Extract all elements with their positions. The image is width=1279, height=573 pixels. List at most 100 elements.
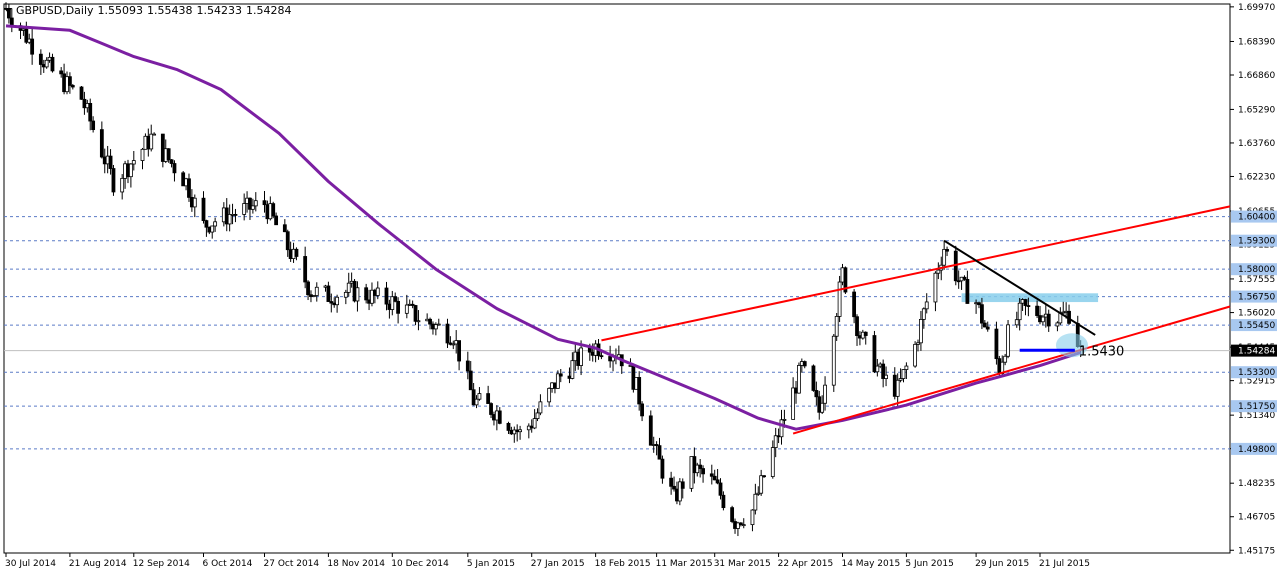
candle-body [834, 316, 839, 337]
candle-body [468, 370, 473, 391]
candle-body [486, 393, 491, 404]
y-tick-label: 1.57555 [1238, 275, 1275, 285]
x-tick-label: 21 Aug 2014 [69, 559, 127, 569]
level-label: 1.55450 [1238, 321, 1275, 331]
candle-body [282, 224, 287, 233]
candle-body [837, 281, 842, 317]
dropdown-triangle-icon[interactable] [4, 8, 12, 13]
level-label: 1.49800 [1238, 445, 1275, 455]
price-chart[interactable]: 1.69970 1.68390 1.66860 1.65290 1.63760 1.622… [0, 0, 1279, 573]
candle-body [637, 377, 642, 405]
candle-body [980, 304, 984, 324]
y-tick-label: 1.68390 [1238, 37, 1275, 47]
candle-body [169, 159, 174, 164]
candle-body [213, 221, 218, 227]
level-label: 1.51750 [1238, 402, 1275, 412]
candle-body [994, 328, 999, 360]
candle-body [599, 355, 604, 358]
symbol-title: GBPUSD,Daily [16, 4, 94, 17]
candle-body [942, 248, 947, 266]
candle-body [436, 323, 441, 326]
candle-body [271, 203, 276, 217]
y-tick-label: 1.66860 [1238, 71, 1275, 81]
level-label: 1.56750 [1238, 293, 1275, 303]
level-label: 1.59300 [1238, 237, 1275, 247]
trend-line-upper-channel [601, 205, 1231, 342]
candle-body [558, 373, 563, 377]
candle-body [855, 316, 859, 336]
candle-body [285, 231, 290, 251]
candle-body [303, 256, 308, 283]
candle-body [355, 287, 360, 302]
candle-body [79, 86, 84, 100]
candle-body [718, 482, 723, 496]
candle-body [149, 133, 154, 150]
ohlc-high: 1.55438 [147, 4, 193, 17]
candle-body [111, 168, 116, 193]
candle-body [1046, 313, 1051, 327]
x-tick-label: 6 Oct 2014 [203, 559, 253, 569]
x-tick-label: 18 Nov 2014 [327, 559, 385, 569]
current-price-label: 1.54284 [1238, 347, 1275, 357]
x-tick-label: 22 Apr 2015 [778, 559, 834, 569]
candle-body [811, 365, 816, 391]
candle-body [9, 17, 14, 27]
x-tick-label: 27 Jan 2015 [531, 559, 585, 569]
candle-body [985, 326, 990, 330]
candle-body [587, 347, 592, 353]
candle-body [335, 296, 340, 306]
candle-body [895, 379, 900, 397]
candle-body [489, 403, 493, 415]
y-tick-label: 1.63760 [1238, 139, 1275, 149]
candle-body [945, 248, 949, 252]
y-tick-label: 1.48235 [1238, 479, 1275, 489]
x-tick-label: 10 Dec 2014 [391, 559, 449, 569]
candle-body [396, 300, 401, 314]
candle-body [982, 322, 987, 328]
candle-body [579, 347, 583, 366]
candle-body [669, 477, 674, 487]
x-tick-label: 18 Feb 2015 [595, 559, 651, 569]
candle-body [120, 177, 125, 193]
candle-body [921, 308, 926, 320]
x-tick-label: 31 Mar 2015 [714, 559, 771, 569]
y-tick-label: 1.51340 [1238, 411, 1275, 421]
candle-body [192, 197, 197, 208]
candle-body [227, 214, 232, 225]
candle-body [657, 445, 662, 460]
candle-body [428, 318, 432, 325]
candle-body [44, 59, 49, 68]
candle-body [1026, 305, 1031, 307]
candle-body [1006, 324, 1010, 357]
candle-body [1035, 305, 1039, 316]
x-tick-label: 27 Oct 2014 [264, 559, 320, 569]
support-label: 1.5430 [1079, 344, 1125, 359]
candle-body [701, 468, 705, 475]
candle-body [250, 205, 255, 210]
y-tick-label: 1.62230 [1238, 172, 1275, 182]
candle-body [375, 287, 380, 296]
candle-body [91, 120, 96, 131]
candle-body [140, 148, 145, 161]
candle-body [50, 56, 55, 72]
x-tick-label: 5 Jan 2015 [467, 559, 515, 569]
candle-body [1003, 355, 1008, 363]
x-tick-label: 29 Jun 2015 [975, 559, 1029, 569]
candle-body [831, 335, 836, 386]
candle-body [201, 197, 206, 221]
candle-body [913, 343, 918, 367]
ohlc-low: 1.54233 [196, 4, 243, 17]
candle-body [715, 479, 720, 484]
chart-header: GBPUSD,Daily 1.55093 1.55438 1.54233 1.5… [4, 4, 292, 17]
x-tick-label: 14 May 2015 [841, 559, 900, 569]
candle-body [38, 53, 43, 65]
candle-body [924, 301, 929, 310]
candle-body [166, 148, 171, 161]
candle-body [477, 393, 482, 400]
candle-body [547, 387, 552, 403]
candle-body [187, 178, 191, 198]
candle-body [30, 38, 35, 55]
candle-body [172, 163, 177, 174]
x-tick-label: 30 Jul 2014 [5, 559, 56, 569]
candle-body [416, 320, 421, 323]
